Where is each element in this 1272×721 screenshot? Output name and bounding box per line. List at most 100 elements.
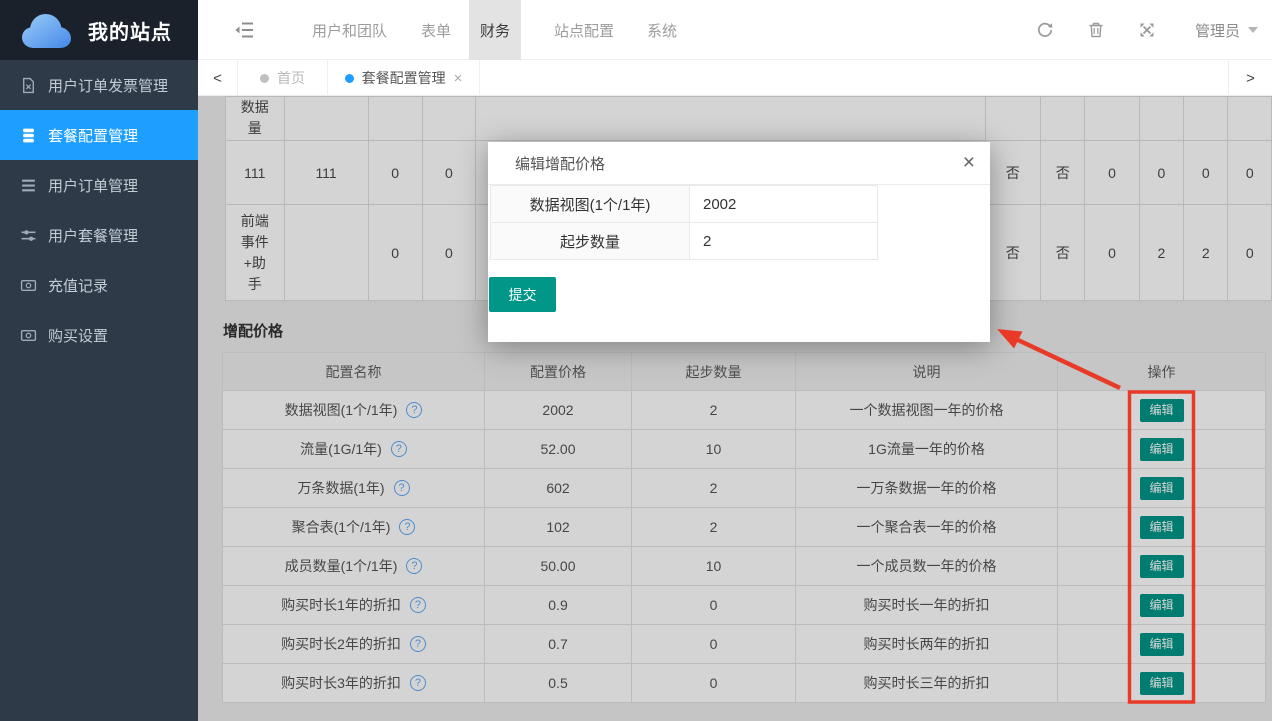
- cell: 111: [226, 141, 285, 205]
- description: 购买时长一年的折扣: [796, 586, 1058, 625]
- min-quantity: 10: [632, 430, 796, 469]
- help-icon[interactable]: ?: [410, 597, 426, 613]
- caret-down-icon: [1248, 27, 1258, 33]
- tabs-scroll-right-button[interactable]: >: [1228, 60, 1272, 96]
- tab-status-dot: [345, 74, 354, 83]
- refresh-icon[interactable]: [1036, 21, 1054, 39]
- topmenu-label: 用户和团队: [312, 20, 387, 41]
- table-row: 购买时长1年的折扣? 0.9 0 购买时长一年的折扣 编辑: [223, 586, 1266, 625]
- min-quantity: 10: [632, 547, 796, 586]
- cell: 0: [368, 141, 422, 205]
- help-icon[interactable]: ?: [406, 402, 422, 418]
- config-name: 成员数量(1个/1年): [285, 556, 398, 576]
- edit-button[interactable]: 编辑: [1140, 438, 1184, 461]
- min-quantity: 0: [632, 625, 796, 664]
- cell: 0: [422, 141, 475, 205]
- topmenu-finance[interactable]: 财务: [469, 0, 521, 60]
- topbar-action-icons: [1036, 0, 1156, 60]
- edit-button[interactable]: 编辑: [1140, 516, 1184, 539]
- admin-label: 管理员: [1195, 20, 1240, 41]
- table-row: 万条数据(1年)? 602 2 一万条数据一年的价格 编辑: [223, 469, 1266, 508]
- column-header-config-name: 配置名称: [223, 353, 485, 391]
- edit-button[interactable]: 编辑: [1140, 594, 1184, 617]
- sidebar-item-label: 用户套餐管理: [48, 225, 138, 246]
- site-title: 我的站点: [88, 16, 172, 45]
- config-name: 购买时长1年的折扣: [281, 595, 401, 615]
- sidebar-item-user-package-management[interactable]: 用户套餐管理: [0, 210, 198, 260]
- topmenu-label: 系统: [647, 20, 677, 41]
- sidebar-item-user-order-management[interactable]: 用户订单管理: [0, 160, 198, 210]
- collapse-menu-icon[interactable]: [234, 21, 254, 39]
- help-icon[interactable]: ?: [406, 558, 422, 574]
- field-label-min-quantity: 起步数量: [490, 222, 690, 260]
- tab-status-dot: [260, 74, 269, 83]
- topmenu-label: 财务: [480, 20, 510, 41]
- tab-label: 首页: [277, 68, 305, 88]
- topmenu-system[interactable]: 系统: [643, 0, 681, 60]
- form-row: 数据视图(1个/1年) 2002: [490, 185, 878, 223]
- min-quantity: 2: [632, 391, 796, 430]
- sidebar-item-label: 用户订单发票管理: [48, 75, 168, 96]
- cell: 0: [368, 205, 422, 301]
- table-row: 流量(1G/1年)? 52.00 10 1G流量一年的价格 编辑: [223, 430, 1266, 469]
- sidebar-nav: 用户订单发票管理 套餐配置管理 用户订单管理 用户套餐管理 充值记录 购买设置: [0, 60, 198, 360]
- cell: 0: [422, 205, 475, 301]
- form-row: 起步数量 2: [490, 222, 878, 260]
- data-view-price-input[interactable]: 2002: [690, 185, 878, 223]
- modal-title: 编辑增配价格: [515, 153, 605, 174]
- config-name: 购买时长3年的折扣: [281, 673, 401, 693]
- column-header-actions: 操作: [1058, 353, 1266, 391]
- edit-button[interactable]: 编辑: [1140, 633, 1184, 656]
- help-icon[interactable]: ?: [391, 441, 407, 457]
- tab-home[interactable]: 首页: [238, 60, 328, 96]
- edit-button[interactable]: 编辑: [1140, 672, 1184, 695]
- logo: 我的站点: [0, 0, 198, 60]
- config-price: 0.7: [485, 625, 632, 664]
- config-name: 购买时长2年的折扣: [281, 634, 401, 654]
- cell: 2: [1184, 205, 1228, 301]
- topbar: 用户和团队 表单 财务 站点配置 系统 管理员: [198, 0, 1272, 60]
- column-header: 数据量: [238, 97, 272, 139]
- topmenu-forms[interactable]: 表单: [417, 0, 455, 60]
- cell: 0: [1228, 205, 1272, 301]
- description: 购买时长两年的折扣: [796, 625, 1058, 664]
- package-stack-icon: [20, 127, 37, 144]
- table-row: 聚合表(1个/1年)? 102 2 一个聚合表一年的价格 编辑: [223, 508, 1266, 547]
- config-name: 万条数据(1年): [297, 478, 384, 498]
- cell: 0: [1228, 141, 1272, 205]
- sidebar: 我的站点 用户订单发票管理 套餐配置管理 用户订单管理 用户套餐管理 充值记录 …: [0, 0, 198, 721]
- cell: [284, 205, 368, 301]
- sidebar-item-invoice-management[interactable]: 用户订单发票管理: [0, 60, 198, 110]
- trash-icon[interactable]: [1087, 21, 1105, 39]
- chevron-left-icon: <: [213, 70, 222, 87]
- edit-button[interactable]: 编辑: [1140, 555, 1184, 578]
- sidebar-item-purchase-settings[interactable]: 购买设置: [0, 310, 198, 360]
- tab-close-icon[interactable]: ×: [454, 70, 463, 87]
- topmenu-users-teams[interactable]: 用户和团队: [308, 0, 391, 60]
- config-name: 数据视图(1个/1年): [285, 400, 398, 420]
- config-price: 0.9: [485, 586, 632, 625]
- table-row: 数据视图(1个/1年)? 2002 2 一个数据视图一年的价格 编辑: [223, 391, 1266, 430]
- topmenu-site-config[interactable]: 站点配置: [550, 0, 618, 60]
- fullscreen-icon[interactable]: [1138, 21, 1156, 39]
- sidebar-item-label: 购买设置: [48, 325, 108, 346]
- close-icon[interactable]: ×: [963, 151, 975, 175]
- edit-button[interactable]: 编辑: [1140, 477, 1184, 500]
- banknote-icon: [20, 277, 37, 294]
- tab-package-config[interactable]: 套餐配置管理 ×: [328, 60, 480, 96]
- config-name: 聚合表(1个/1年): [292, 517, 391, 537]
- section-title-addon-pricing: 增配价格: [223, 320, 283, 341]
- sidebar-item-package-config-management[interactable]: 套餐配置管理: [0, 110, 198, 160]
- min-quantity-input[interactable]: 2: [690, 222, 878, 260]
- admin-dropdown[interactable]: 管理员: [1195, 0, 1258, 60]
- tabs-scroll-left-button[interactable]: <: [198, 60, 238, 96]
- edit-button[interactable]: 编辑: [1140, 399, 1184, 422]
- sliders-icon: [20, 227, 37, 244]
- submit-button[interactable]: 提交: [489, 277, 556, 312]
- help-icon[interactable]: ?: [399, 519, 415, 535]
- help-icon[interactable]: ?: [394, 480, 410, 496]
- help-icon[interactable]: ?: [410, 675, 426, 691]
- cell: 0: [1184, 141, 1228, 205]
- sidebar-item-recharge-records[interactable]: 充值记录: [0, 260, 198, 310]
- help-icon[interactable]: ?: [410, 636, 426, 652]
